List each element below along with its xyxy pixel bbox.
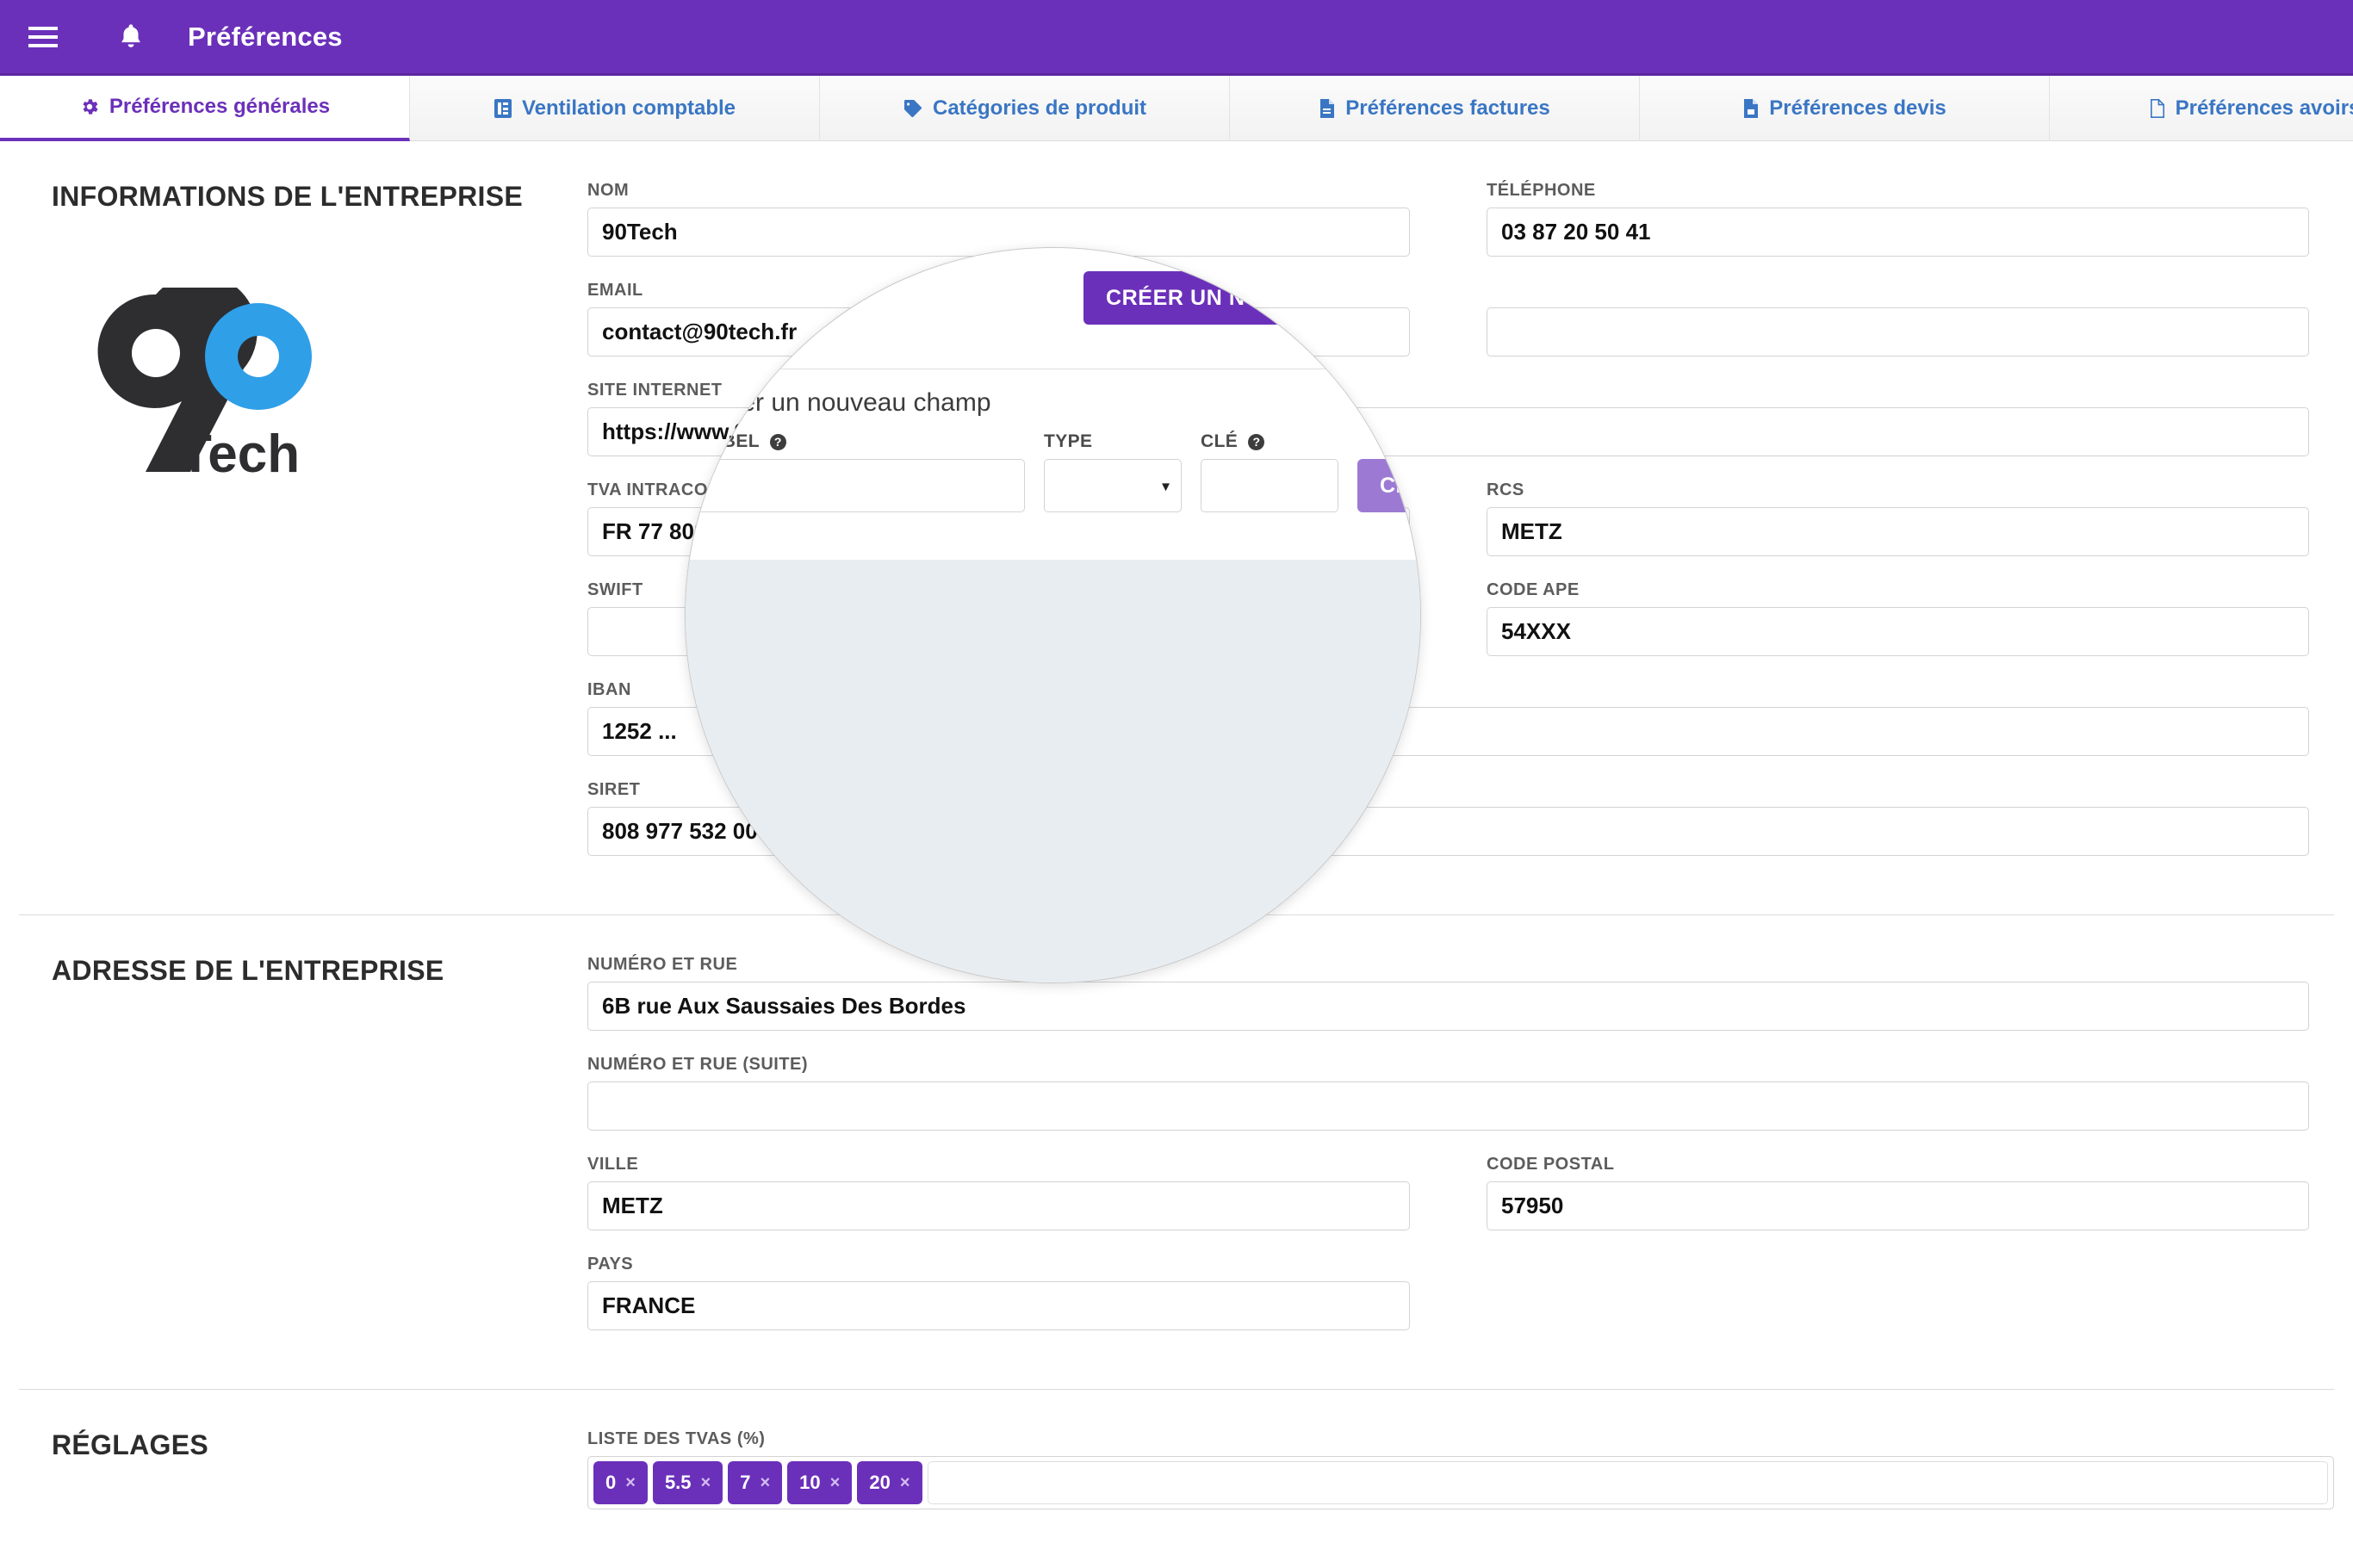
tva-chip-value: 10 [799,1472,821,1493]
field-email-right-spacer [1487,281,2309,356]
field-label: CLÉ ? [1201,431,1338,452]
field-label: NOM [587,181,630,200]
tab-preferences-generales[interactable]: Préférences générales [0,76,410,141]
field-label: LISTE DES TVAS (%) [587,1429,766,1448]
field-code-ape: CODE APE [1487,580,2309,656]
field-label: NUMÉRO ET RUE (SUITE) [587,1055,809,1074]
field-label: LABEL ? [698,431,1025,452]
company-logo: Tech [90,274,322,490]
create-field-panel-title: Créer un nouveau champ [699,388,991,417]
tva-chip-value: 20 [869,1472,891,1493]
tva-chip[interactable]: 7 × [728,1461,783,1504]
tab-bar: Préférences générales Ventilation compta… [0,76,2353,141]
field-ville: VILLE [587,1155,1410,1230]
field-pays: PAYS [587,1255,1410,1330]
tab-preferences-factures[interactable]: Préférences factures [1230,76,1640,141]
ledger-icon [494,98,512,119]
field-label: VILLE [587,1155,639,1174]
field-nom: NOM [587,181,1410,257]
nom-input[interactable] [587,208,1410,257]
ville-input[interactable] [587,1181,1410,1230]
field-label-text: CLÉ [1201,431,1239,451]
numero-rue-input[interactable] [587,982,2309,1031]
file-invoice-icon [1319,98,1336,119]
help-icon[interactable]: ? [1248,433,1265,450]
rcs-input[interactable] [1487,507,2309,556]
field-type-group: TYPE ▾ [1044,431,1182,512]
new-field-cle-input[interactable] [1201,459,1338,512]
field-label: RCS [1487,480,1524,499]
create-new-model-button[interactable]: CRÉER UN NOUVEAU MODÈLE [1083,271,1420,325]
tab-label: Préférences factures [1345,96,1550,120]
create-field-panel: Créer un nouveau champ LABEL ? TYPE ▾ CL… [686,369,1420,512]
pays-input[interactable] [587,1281,1410,1330]
new-field-type-select[interactable] [1044,459,1182,512]
field-label: TYPE [1044,431,1093,451]
section-settings: RÉGLAGES LISTE DES TVAS (%) 0 × 5.5 × 7 … [19,1389,2334,1568]
file-quote-icon [1742,98,1760,119]
logo-wordmark: Tech [179,425,300,484]
tab-label: Préférences devis [1769,96,1946,120]
field-rcs: RCS [1487,480,2309,556]
section-company-address: ADRESSE DE L'ENTREPRISE NUMÉRO ET RUE NU… [19,914,2334,1389]
field-label: TÉLÉPHONE [1487,181,1596,200]
close-icon[interactable]: × [830,1473,841,1493]
magnifier-overlay: CRÉER UN NOUVEAU MODÈLE Créer un nouveau… [685,247,1421,983]
telephone-input[interactable] [1487,208,2309,257]
field-label-group: LABEL ? [698,431,1025,512]
tab-label: Catégories de produit [932,96,1147,120]
field-label: PAYS [587,1255,634,1274]
new-field-label-input[interactable] [698,459,1025,512]
tva-chip[interactable]: 20 × [857,1461,922,1504]
close-icon[interactable]: × [760,1473,770,1493]
tab-label: Préférences avoirs [2175,96,2353,120]
field-cle-group: CLÉ ? [1201,431,1338,512]
tab-preferences-devis[interactable]: Préférences devis [1640,76,2050,141]
hamburger-icon[interactable] [22,16,64,58]
code-postal-input[interactable] [1487,1181,2309,1230]
tva-add-input[interactable] [927,1461,2328,1504]
app-header: Préférences [0,0,2353,76]
magnifier-lower-fill [686,560,1420,982]
tva-chip[interactable]: 0 × [593,1461,648,1504]
file-credit-icon [2149,98,2166,119]
field-label: CODE APE [1487,580,1580,599]
close-icon[interactable]: × [701,1473,711,1493]
close-icon[interactable]: × [900,1473,910,1493]
close-icon[interactable]: × [625,1473,636,1493]
code-ape-input[interactable] [1487,607,2309,656]
tab-ventilation-comptable[interactable]: Ventilation comptable [410,76,820,141]
field-telephone: TÉLÉPHONE [1487,181,2309,257]
tab-label: Préférences générales [109,95,331,118]
tab-label: Ventilation comptable [521,96,736,120]
tag-icon [903,98,923,119]
page-title: Préférences [188,21,343,52]
field-tva-list: LISTE DES TVAS (%) 0 × 5.5 × 7 × 10 × 20… [587,1429,2334,1509]
tva-chip-value: 7 [740,1472,751,1493]
help-icon[interactable]: ? [769,433,786,450]
email-secondary-input[interactable] [1487,307,2309,356]
tab-preferences-avoirs[interactable]: Préférences avoirs [2050,76,2353,141]
bell-icon[interactable] [110,16,152,58]
section-title-company-address: ADRESSE DE L'ENTREPRISE [52,955,444,986]
tva-chip[interactable]: 5.5 × [652,1461,723,1504]
numero-rue-suite-input[interactable] [587,1081,2309,1131]
field-code-postal: CODE POSTAL [1487,1155,2309,1230]
create-field-button[interactable]: CREER [1357,459,1420,512]
field-label-text: LABEL [698,431,760,451]
section-title-settings: RÉGLAGES [52,1429,208,1460]
tva-chip-list[interactable]: 0 × 5.5 × 7 × 10 × 20 × [587,1456,2334,1509]
section-title-company-info: INFORMATIONS DE L'ENTREPRISE [52,181,523,212]
tab-categories-de-produit[interactable]: Catégories de produit [820,76,1230,141]
gear-icon [79,96,100,117]
field-numero-rue-suite: NUMÉRO ET RUE (SUITE) [587,1055,2309,1131]
tva-chip-value: 5.5 [664,1472,692,1493]
field-label: CODE POSTAL [1487,1155,1615,1174]
tva-chip-value: 0 [605,1472,617,1493]
tva-chip[interactable]: 10 × [787,1461,853,1504]
